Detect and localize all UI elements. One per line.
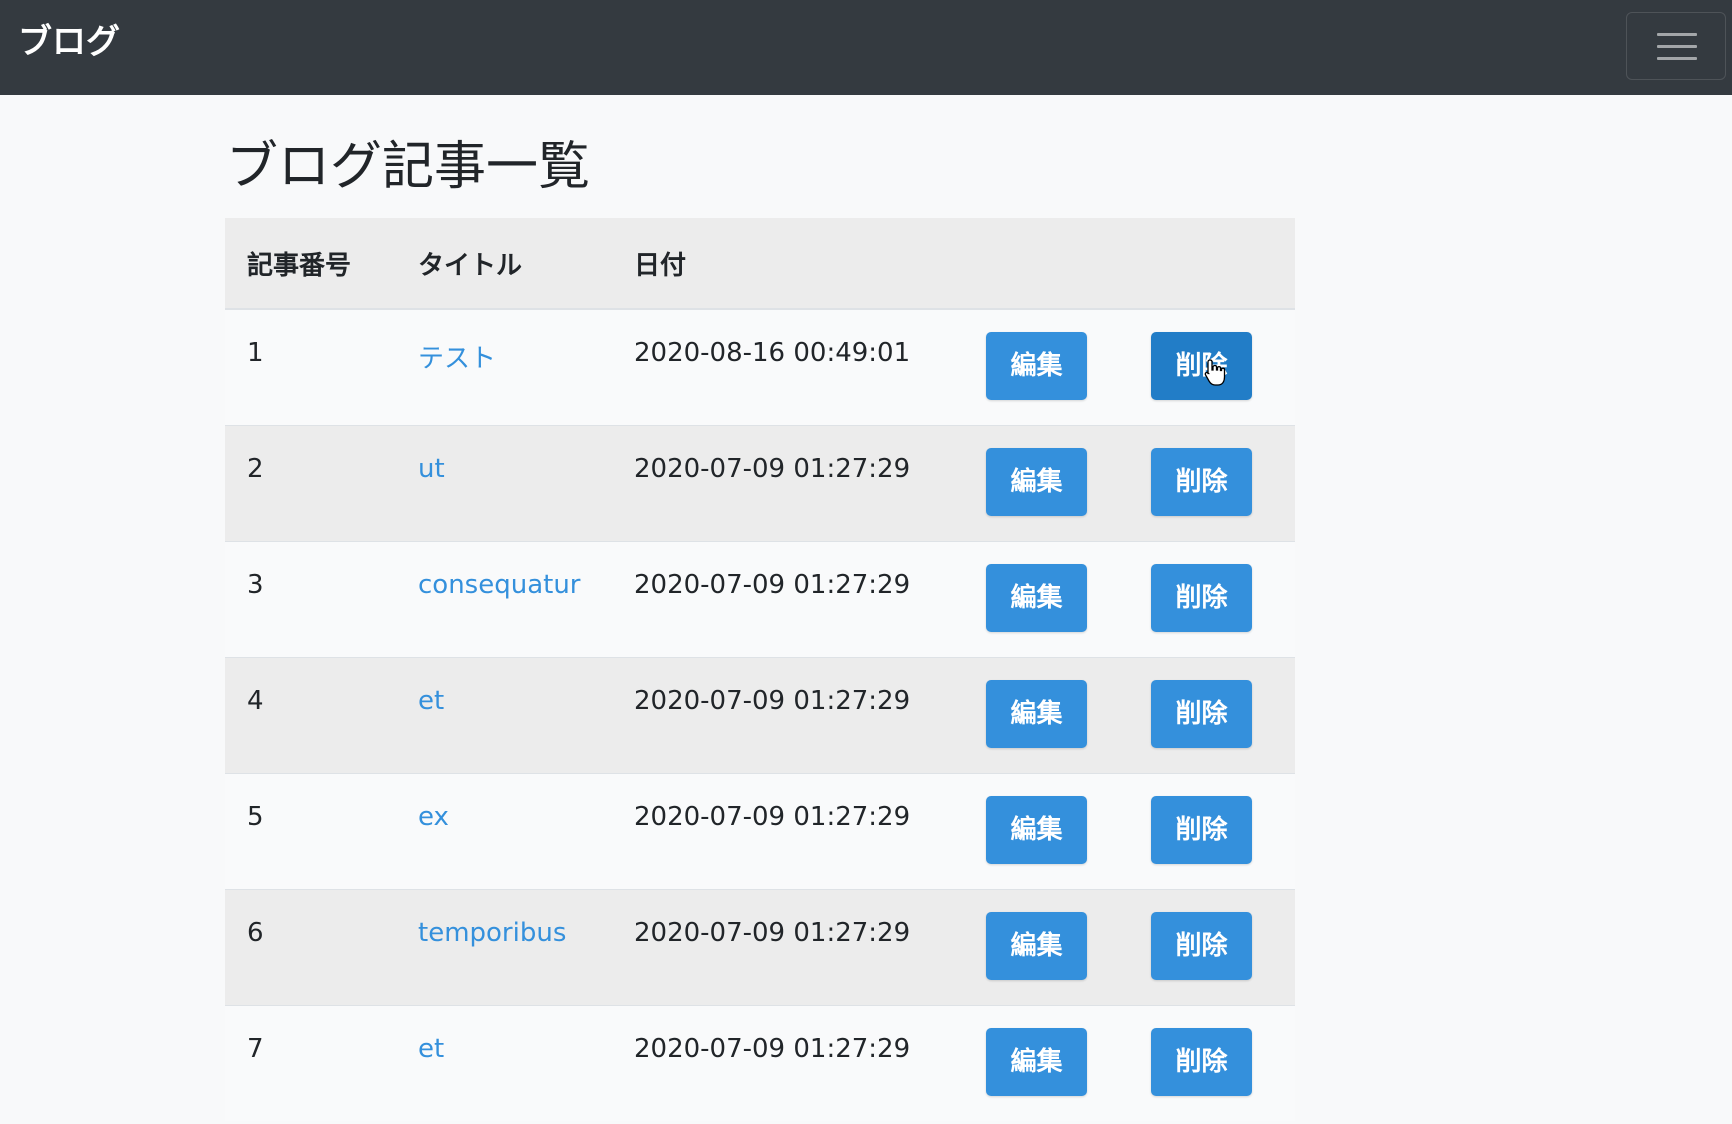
- article-number-cell: 5: [225, 772, 396, 889]
- edit-button[interactable]: 編集: [986, 1027, 1087, 1096]
- edit-button[interactable]: 編集: [986, 447, 1087, 516]
- delete-button-wrapper: 削除: [1151, 332, 1252, 400]
- header-title: タイトル: [396, 218, 612, 310]
- navbar-toggler-button[interactable]: [1626, 12, 1726, 80]
- delete-cell: 削除: [1129, 1004, 1295, 1121]
- article-title-cell: ut: [396, 424, 612, 541]
- article-title-cell: ex: [396, 772, 612, 889]
- article-title-cell: consequatur: [396, 540, 612, 657]
- header-article-number: 記事番号: [225, 218, 396, 310]
- article-title-cell: temporibus: [396, 888, 612, 1005]
- edit-button[interactable]: 編集: [986, 332, 1087, 400]
- article-title-link[interactable]: temporibus: [418, 918, 566, 948]
- article-date-cell: 2020-07-09 01:27:29: [612, 424, 964, 541]
- delete-button[interactable]: 削除: [1151, 332, 1252, 400]
- article-title-link[interactable]: ex: [418, 802, 449, 832]
- delete-cell: 削除: [1129, 424, 1295, 541]
- article-title-link[interactable]: ut: [418, 454, 445, 484]
- article-number-cell: 1: [225, 308, 396, 425]
- article-title-link[interactable]: テスト: [418, 344, 496, 374]
- delete-button-wrapper: 削除: [1151, 795, 1252, 864]
- edit-cell: 編集: [964, 308, 1129, 425]
- page-title: ブログ記事一覧: [226, 137, 591, 197]
- delete-cell: 削除: [1129, 308, 1295, 425]
- table-row: 3 consequatur 2020-07-09 01:27:29 編集 削除: [225, 540, 1295, 657]
- delete-button-wrapper: 削除: [1151, 447, 1252, 516]
- edit-button[interactable]: 編集: [986, 795, 1087, 864]
- delete-button[interactable]: 削除: [1151, 447, 1252, 516]
- delete-cell: 削除: [1129, 888, 1295, 1005]
- article-date-cell: 2020-07-09 01:27:29: [612, 888, 964, 1005]
- edit-cell: 編集: [964, 772, 1129, 889]
- edit-cell: 編集: [964, 656, 1129, 773]
- edit-cell: 編集: [964, 1004, 1129, 1121]
- delete-button[interactable]: 削除: [1151, 795, 1252, 864]
- delete-button[interactable]: 削除: [1151, 1027, 1252, 1096]
- table-row: 5 ex 2020-07-09 01:27:29 編集 削除: [225, 772, 1295, 889]
- edit-cell: 編集: [964, 540, 1129, 657]
- table-row: 2 ut 2020-07-09 01:27:29 編集 削除: [225, 424, 1295, 541]
- article-number-cell: 4: [225, 656, 396, 773]
- delete-cell: 削除: [1129, 540, 1295, 657]
- header-edit: [964, 218, 1129, 310]
- article-date-cell: 2020-07-09 01:27:29: [612, 540, 964, 657]
- edit-cell: 編集: [964, 424, 1129, 541]
- table-row: 4 et 2020-07-09 01:27:29 編集 削除: [225, 656, 1295, 773]
- edit-button[interactable]: 編集: [986, 679, 1087, 748]
- article-title-link[interactable]: consequatur: [418, 570, 581, 600]
- article-title-link[interactable]: et: [418, 686, 444, 716]
- edit-button[interactable]: 編集: [986, 911, 1087, 980]
- article-number-cell: 3: [225, 540, 396, 657]
- edit-cell: 編集: [964, 888, 1129, 1005]
- delete-button-wrapper: 削除: [1151, 563, 1252, 632]
- delete-button[interactable]: 削除: [1151, 911, 1252, 980]
- article-title-cell: et: [396, 1004, 612, 1121]
- hamburger-menu-icon: [1657, 57, 1697, 60]
- edit-button[interactable]: 編集: [986, 563, 1087, 632]
- articles-table: 記事番号 タイトル 日付 1 テスト 2020-08-16 00:49:01 編集 削除…: [225, 218, 1295, 1121]
- article-title-link[interactable]: et: [418, 1034, 444, 1064]
- table-row: 6 temporibus 2020-07-09 01:27:29 編集 削除: [225, 888, 1295, 1005]
- delete-button-wrapper: 削除: [1151, 679, 1252, 748]
- table-row: 1 テスト 2020-08-16 00:49:01 編集 削除: [225, 308, 1295, 425]
- article-date-cell: 2020-07-09 01:27:29: [612, 772, 964, 889]
- hamburger-menu-icon: [1657, 45, 1697, 48]
- delete-cell: 削除: [1129, 656, 1295, 773]
- header-date: 日付: [612, 218, 964, 310]
- table-header-row: 記事番号 タイトル 日付: [225, 218, 1295, 310]
- article-date-cell: 2020-07-09 01:27:29: [612, 1004, 964, 1121]
- delete-button[interactable]: 削除: [1151, 679, 1252, 748]
- table-row: 7 et 2020-07-09 01:27:29 編集 削除: [225, 1004, 1295, 1121]
- article-date-cell: 2020-08-16 00:49:01: [612, 308, 964, 425]
- article-number-cell: 7: [225, 1004, 396, 1121]
- navbar-brand[interactable]: ブログ: [18, 20, 120, 64]
- article-title-cell: et: [396, 656, 612, 773]
- header-delete: [1129, 218, 1295, 310]
- navbar: ブログ: [0, 0, 1732, 95]
- delete-button-wrapper: 削除: [1151, 1027, 1252, 1096]
- article-number-cell: 6: [225, 888, 396, 1005]
- article-number-cell: 2: [225, 424, 396, 541]
- article-title-cell: テスト: [396, 308, 612, 425]
- hand-pointer-icon: [1204, 359, 1226, 386]
- delete-button-wrapper: 削除: [1151, 911, 1252, 980]
- delete-cell: 削除: [1129, 772, 1295, 889]
- hamburger-menu-icon: [1657, 33, 1697, 36]
- article-date-cell: 2020-07-09 01:27:29: [612, 656, 964, 773]
- delete-button[interactable]: 削除: [1151, 563, 1252, 632]
